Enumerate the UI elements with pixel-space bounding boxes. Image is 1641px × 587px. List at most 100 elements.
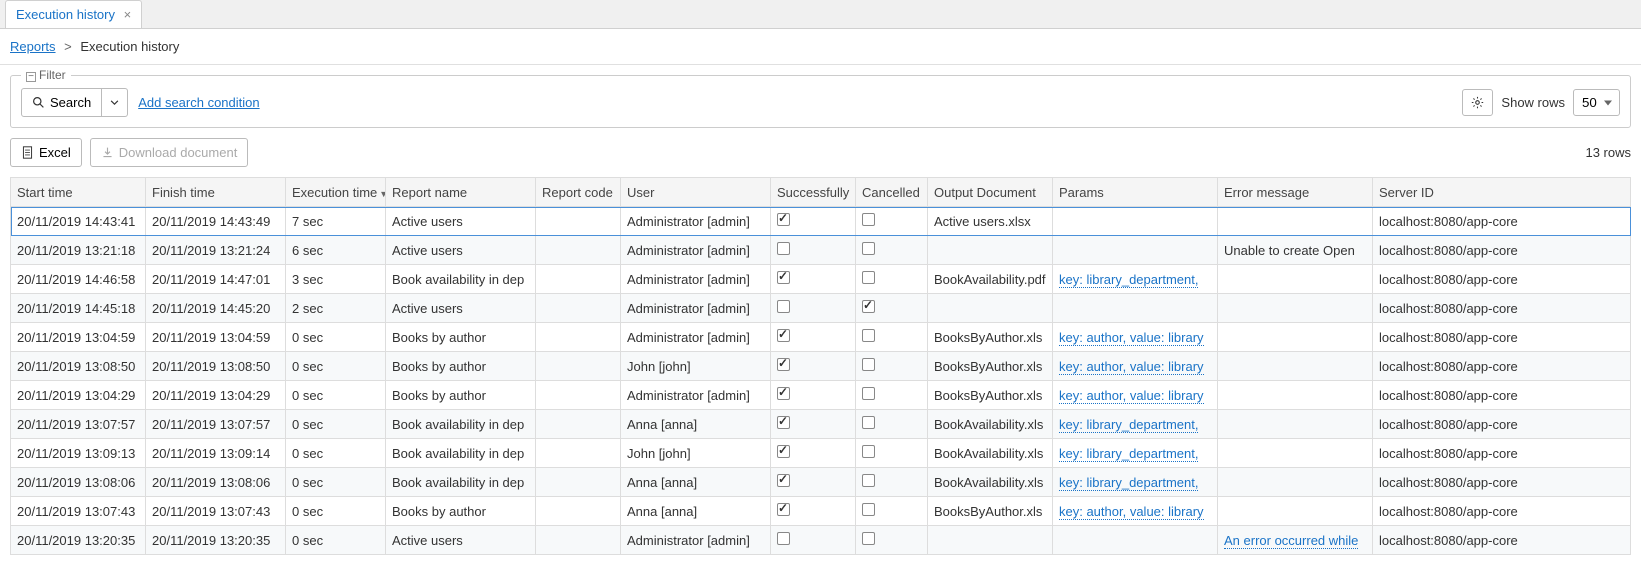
cell-start: 20/11/2019 14:46:58	[11, 265, 146, 294]
cell-err	[1218, 352, 1373, 381]
params-link[interactable]: key: library_department,	[1059, 475, 1198, 491]
cell-user: Administrator [admin]	[621, 381, 771, 410]
table-row[interactable]: 20/11/2019 14:43:4120/11/2019 14:43:497 …	[11, 207, 1631, 236]
filter-legend[interactable]: −Filter	[21, 68, 71, 82]
checkbox-icon	[777, 300, 790, 313]
cell-code	[536, 265, 621, 294]
err-link[interactable]: An error occurred while	[1224, 533, 1358, 549]
cell-code	[536, 410, 621, 439]
breadcrumb: Reports > Execution history	[0, 29, 1641, 65]
search-icon	[32, 96, 45, 109]
cell-start: 20/11/2019 13:21:18	[11, 236, 146, 265]
collapse-icon[interactable]: −	[26, 72, 36, 82]
table-row[interactable]: 20/11/2019 13:07:5720/11/2019 13:07:570 …	[11, 410, 1631, 439]
col-header-err[interactable]: Error message	[1218, 178, 1373, 207]
show-rows-select[interactable]: 50	[1573, 89, 1620, 116]
checkbox-icon	[862, 503, 875, 516]
col-header-user[interactable]: User	[621, 178, 771, 207]
excel-button[interactable]: Excel	[10, 138, 82, 167]
cell-succ	[771, 497, 856, 526]
cell-exec: 0 sec	[286, 468, 386, 497]
table-row[interactable]: 20/11/2019 14:46:5820/11/2019 14:47:013 …	[11, 265, 1631, 294]
checkbox-icon	[862, 242, 875, 255]
cell-out: BookAvailability.xls	[928, 410, 1053, 439]
tab-execution-history[interactable]: Execution history ×	[5, 0, 142, 28]
checkbox-icon	[862, 358, 875, 371]
params-link[interactable]: key: library_department,	[1059, 417, 1198, 433]
cell-user: Anna [anna]	[621, 410, 771, 439]
col-header-params[interactable]: Params	[1053, 178, 1218, 207]
col-header-code[interactable]: Report code	[536, 178, 621, 207]
params-link[interactable]: key: author, value: library	[1059, 330, 1204, 346]
document-icon	[21, 146, 34, 159]
table-row[interactable]: 20/11/2019 13:09:1320/11/2019 13:09:140 …	[11, 439, 1631, 468]
checkbox-icon	[777, 474, 790, 487]
close-icon[interactable]: ×	[124, 7, 132, 22]
cell-params: key: author, value: library	[1053, 497, 1218, 526]
col-header-out[interactable]: Output Document	[928, 178, 1053, 207]
cell-finish: 20/11/2019 13:04:29	[146, 381, 286, 410]
col-header-canc[interactable]: Cancelled	[856, 178, 928, 207]
cell-err	[1218, 265, 1373, 294]
params-link[interactable]: key: library_department,	[1059, 446, 1198, 462]
cell-canc	[856, 207, 928, 236]
col-header-succ[interactable]: Successfully	[771, 178, 856, 207]
cell-out: BooksByAuthor.xls	[928, 323, 1053, 352]
table-row[interactable]: 20/11/2019 13:08:0620/11/2019 13:08:060 …	[11, 468, 1631, 497]
cell-out: BooksByAuthor.xls	[928, 381, 1053, 410]
cell-exec: 6 sec	[286, 236, 386, 265]
cell-params: key: library_department,	[1053, 410, 1218, 439]
table-row[interactable]: 20/11/2019 13:04:5920/11/2019 13:04:590 …	[11, 323, 1631, 352]
table-header-row: Start time Finish time Execution time▼ R…	[11, 178, 1631, 207]
cell-err: Unable to create Open	[1218, 236, 1373, 265]
cell-err	[1218, 323, 1373, 352]
cell-params: key: author, value: library	[1053, 381, 1218, 410]
cell-exec: 0 sec	[286, 323, 386, 352]
cell-name: Active users	[386, 236, 536, 265]
search-dropdown-button[interactable]	[102, 88, 128, 117]
cell-srv: localhost:8080/app-core	[1373, 410, 1631, 439]
settings-button[interactable]	[1462, 89, 1493, 116]
checkbox-icon	[862, 329, 875, 342]
table-row[interactable]: 20/11/2019 13:21:1820/11/2019 13:21:246 …	[11, 236, 1631, 265]
cell-exec: 0 sec	[286, 381, 386, 410]
cell-finish: 20/11/2019 13:08:06	[146, 468, 286, 497]
checkbox-icon	[862, 387, 875, 400]
params-link[interactable]: key: author, value: library	[1059, 359, 1204, 375]
table-row[interactable]: 20/11/2019 13:07:4320/11/2019 13:07:430 …	[11, 497, 1631, 526]
col-header-name[interactable]: Report name	[386, 178, 536, 207]
cell-params: key: library_department,	[1053, 439, 1218, 468]
params-link[interactable]: key: library_department,	[1059, 272, 1198, 288]
cell-out	[928, 526, 1053, 555]
breadcrumb-root[interactable]: Reports	[10, 39, 56, 54]
cell-succ	[771, 468, 856, 497]
cell-succ	[771, 439, 856, 468]
cell-start: 20/11/2019 13:07:43	[11, 497, 146, 526]
execution-history-table: Start time Finish time Execution time▼ R…	[10, 177, 1631, 555]
cell-finish: 20/11/2019 13:08:50	[146, 352, 286, 381]
table-row[interactable]: 20/11/2019 13:04:2920/11/2019 13:04:290 …	[11, 381, 1631, 410]
cell-exec: 7 sec	[286, 207, 386, 236]
cell-srv: localhost:8080/app-core	[1373, 439, 1631, 468]
params-link[interactable]: key: author, value: library	[1059, 388, 1204, 404]
cell-params	[1053, 294, 1218, 323]
search-button[interactable]: Search	[21, 88, 102, 117]
table-row[interactable]: 20/11/2019 13:08:5020/11/2019 13:08:500 …	[11, 352, 1631, 381]
excel-label: Excel	[39, 145, 71, 160]
cell-params: key: library_department,	[1053, 265, 1218, 294]
cell-code	[536, 236, 621, 265]
cell-err	[1218, 381, 1373, 410]
col-header-srv[interactable]: Server ID	[1373, 178, 1631, 207]
params-link[interactable]: key: author, value: library	[1059, 504, 1204, 520]
checkbox-icon	[862, 474, 875, 487]
cell-succ	[771, 294, 856, 323]
table-row[interactable]: 20/11/2019 14:45:1820/11/2019 14:45:202 …	[11, 294, 1631, 323]
col-header-exec[interactable]: Execution time▼	[286, 178, 386, 207]
add-search-condition-link[interactable]: Add search condition	[138, 95, 259, 110]
col-header-start[interactable]: Start time	[11, 178, 146, 207]
col-header-finish[interactable]: Finish time	[146, 178, 286, 207]
checkbox-icon	[777, 242, 790, 255]
download-document-button[interactable]: Download document	[90, 138, 249, 167]
checkbox-icon	[777, 532, 790, 545]
table-row[interactable]: 20/11/2019 13:20:3520/11/2019 13:20:350 …	[11, 526, 1631, 555]
